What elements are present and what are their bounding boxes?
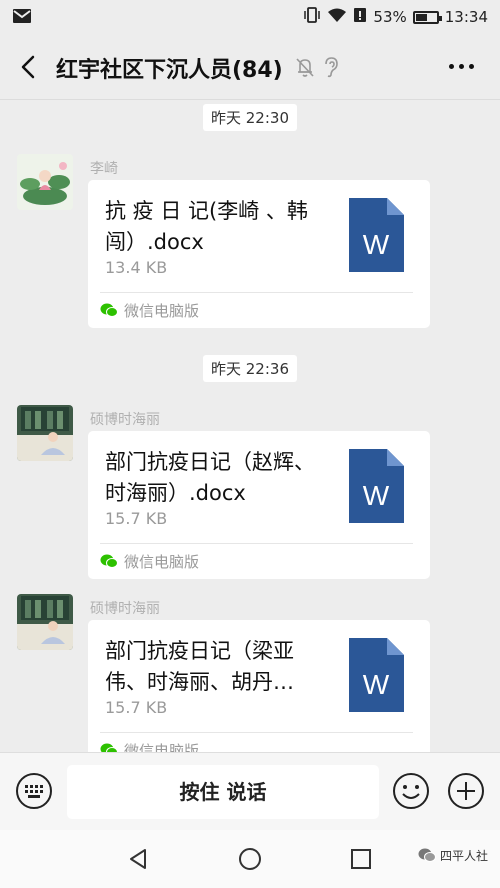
divider bbox=[100, 732, 413, 733]
file-size: 15.7 KB bbox=[105, 698, 168, 717]
mail-notification-icon bbox=[12, 8, 32, 28]
sender-name: 李崎 bbox=[90, 161, 118, 177]
input-bar: 按住 说话 bbox=[0, 752, 500, 830]
avatar[interactable] bbox=[17, 405, 73, 461]
file-size: 13.4 KB bbox=[105, 258, 168, 277]
file-name: 抗 疫 日 记(李崎 、韩闯）.docx bbox=[105, 199, 308, 254]
nav-home-button[interactable] bbox=[238, 847, 262, 875]
file-message-card[interactable]: 部门抗疫日记（赵辉、时海丽）.docx 15.7 KB W 微信电脑版 bbox=[88, 431, 430, 579]
message-list[interactable]: 昨天 22:30 李崎 抗 疫 日 记(李崎 、韩闯）.docx 13.4 KB… bbox=[0, 100, 500, 752]
wifi-icon bbox=[327, 7, 347, 27]
signal-alert-icon bbox=[353, 7, 367, 27]
chat-header: 红宇社区下沉人员(84) bbox=[0, 34, 500, 100]
divider bbox=[100, 292, 413, 293]
source-label: 微信电脑版 bbox=[124, 553, 200, 571]
sender-name: 硕博时海丽 bbox=[90, 601, 160, 617]
system-navigation-bar: 四平人社 bbox=[0, 830, 500, 888]
emoji-button[interactable] bbox=[392, 772, 430, 810]
timestamp: 昨天 22:30 bbox=[203, 104, 297, 131]
wechat-icon bbox=[100, 743, 118, 752]
keyboard-icon bbox=[16, 773, 52, 809]
sender-name: 硕博时海丽 bbox=[90, 412, 160, 428]
more-options-button[interactable] bbox=[449, 64, 474, 69]
hold-to-talk-button[interactable]: 按住 说话 bbox=[67, 765, 379, 819]
word-document-icon: W bbox=[349, 198, 404, 272]
dot-icon bbox=[459, 64, 464, 69]
file-message-card[interactable]: 抗 疫 日 记(李崎 、韩闯）.docx 13.4 KB W 微信电脑版 bbox=[88, 180, 430, 328]
chat-title[interactable]: 红宇社区下沉人员(84) bbox=[56, 52, 283, 84]
avatar[interactable] bbox=[17, 154, 73, 210]
avatar[interactable] bbox=[17, 594, 73, 650]
file-name: 部门抗疫日记（梁亚伟、时海丽、胡丹… bbox=[105, 639, 294, 694]
square-recents-icon bbox=[351, 849, 371, 869]
watermark: 四平人社 bbox=[418, 847, 488, 864]
dot-icon bbox=[469, 64, 474, 69]
word-document-icon: W bbox=[349, 638, 404, 712]
chevron-left-icon bbox=[21, 55, 35, 79]
triangle-back-icon bbox=[130, 849, 146, 869]
smiley-icon bbox=[393, 773, 429, 809]
earpiece-mode-icon bbox=[322, 56, 340, 82]
source-label: 微信电脑版 bbox=[124, 742, 200, 752]
svg-text:W: W bbox=[363, 229, 390, 260]
keyboard-toggle-button[interactable] bbox=[15, 772, 53, 810]
plus-icon bbox=[448, 773, 484, 809]
file-size: 15.7 KB bbox=[105, 509, 168, 528]
more-functions-button[interactable] bbox=[447, 772, 485, 810]
back-button[interactable] bbox=[14, 52, 44, 82]
status-bar: 53% 13:34 bbox=[0, 0, 500, 34]
vibrate-icon bbox=[303, 6, 321, 28]
clock: 13:34 bbox=[444, 8, 488, 26]
file-name: 部门抗疫日记（赵辉、时海丽）.docx bbox=[105, 450, 315, 505]
source-label: 微信电脑版 bbox=[124, 302, 200, 320]
nav-back-button[interactable] bbox=[127, 848, 149, 874]
wechat-icon bbox=[100, 554, 118, 568]
watermark-text: 四平人社 bbox=[439, 849, 488, 863]
battery-percent: 53% bbox=[373, 8, 407, 26]
dot-icon bbox=[449, 64, 454, 69]
wechat-icon bbox=[100, 303, 118, 317]
svg-text:W: W bbox=[363, 669, 390, 700]
wechat-official-icon bbox=[418, 848, 436, 862]
divider bbox=[100, 543, 413, 544]
mute-bell-icon bbox=[295, 56, 315, 82]
timestamp: 昨天 22:36 bbox=[203, 355, 297, 382]
file-message-card[interactable]: 部门抗疫日记（梁亚伟、时海丽、胡丹… 15.7 KB W 微信电脑版 bbox=[88, 620, 430, 752]
circle-home-icon bbox=[239, 848, 261, 870]
nav-recent-apps-button[interactable] bbox=[351, 849, 371, 873]
svg-text:W: W bbox=[363, 480, 390, 511]
battery-icon bbox=[412, 10, 442, 24]
word-document-icon: W bbox=[349, 449, 404, 523]
